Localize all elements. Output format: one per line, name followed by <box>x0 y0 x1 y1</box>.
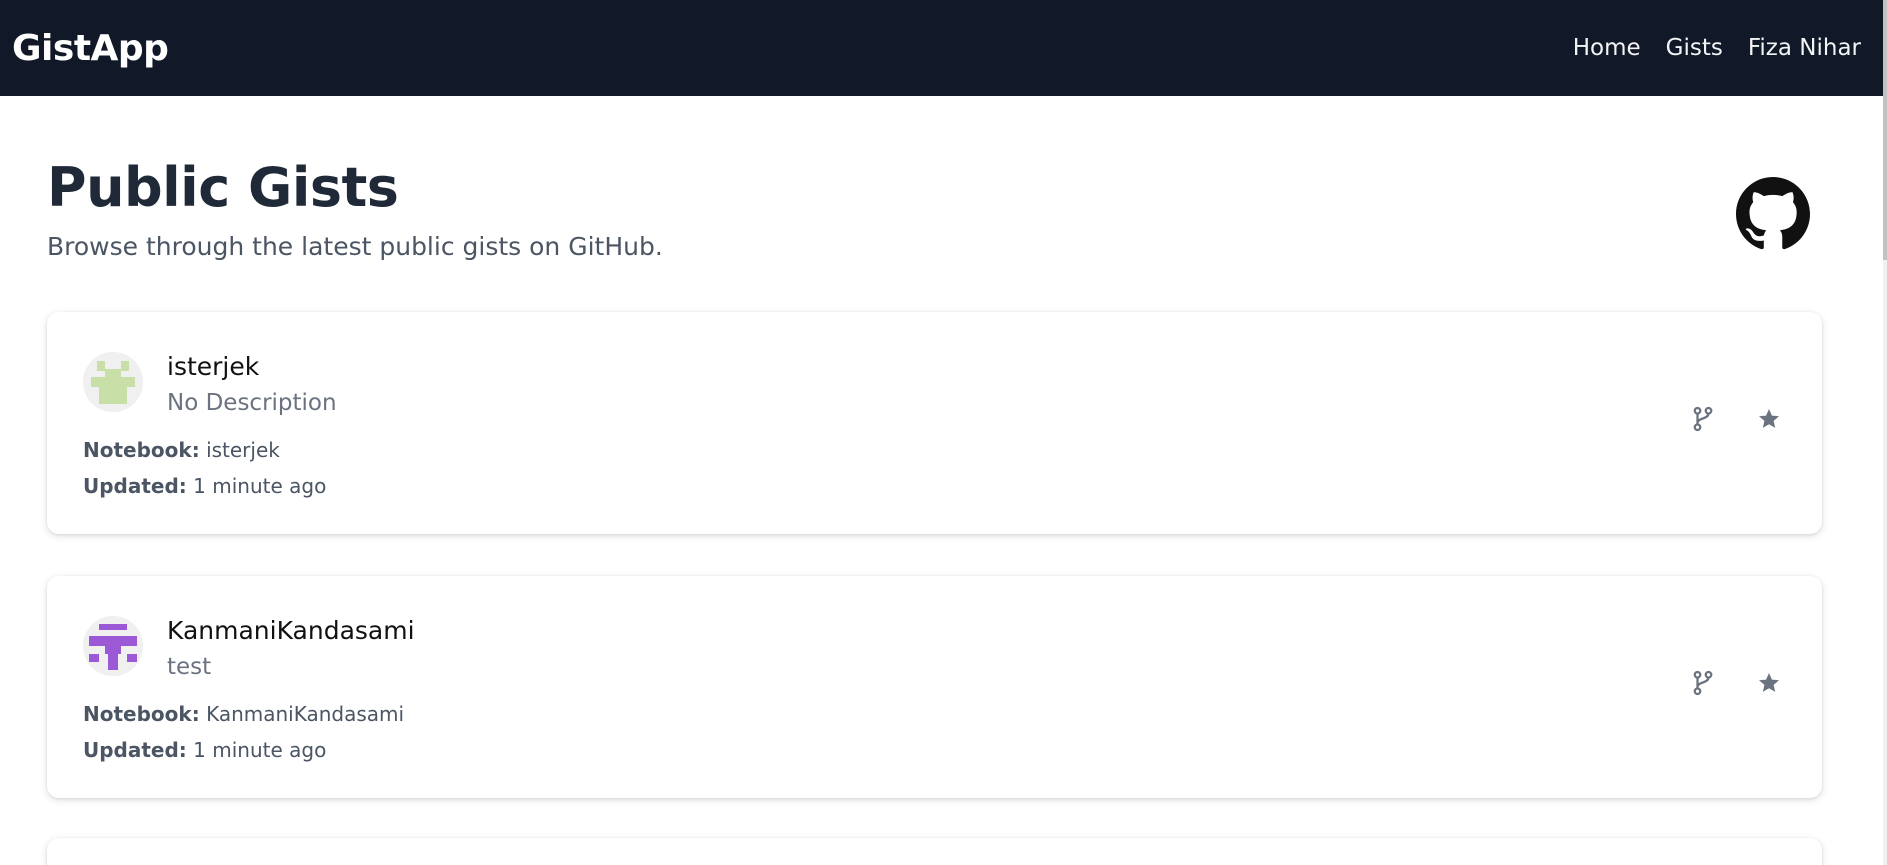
gist-username[interactable]: KanmaniKandasami <box>167 616 415 645</box>
updated-label: Updated: <box>83 738 187 762</box>
fork-icon[interactable] <box>1690 668 1716 698</box>
notebook-label: Notebook: <box>83 438 200 462</box>
nav-link-user-profile[interactable]: Fiza Nihar <box>1748 35 1861 61</box>
gist-card[interactable] <box>47 838 1822 865</box>
page-scrollbar[interactable] <box>1883 0 1887 865</box>
github-icon <box>1736 177 1810 251</box>
page-subtitle: Browse through the latest public gists o… <box>47 232 663 261</box>
gist-description: test <box>167 654 212 680</box>
gist-actions <box>1690 668 1782 698</box>
page-header: Public Gists Browse through the latest p… <box>47 156 1822 262</box>
star-icon[interactable] <box>1756 668 1782 698</box>
nav-link-gists[interactable]: Gists <box>1666 35 1723 61</box>
gist-card[interactable]: KanmaniKandasami test Notebook: KanmaniK… <box>47 576 1822 798</box>
nav-link-home[interactable]: Home <box>1573 35 1641 61</box>
page-title: Public Gists <box>47 156 399 219</box>
brand-logo[interactable]: GistApp <box>12 28 169 69</box>
gist-updated: Updated: 1 minute ago <box>83 474 326 498</box>
fork-icon[interactable] <box>1690 404 1716 434</box>
gist-username[interactable]: isterjek <box>167 352 259 381</box>
nav-links: Home Gists Fiza Nihar <box>1573 35 1861 61</box>
gist-updated: Updated: 1 minute ago <box>83 738 326 762</box>
notebook-value: isterjek <box>206 438 280 462</box>
avatar[interactable] <box>83 616 143 676</box>
updated-value: 1 minute ago <box>193 738 327 762</box>
gist-card[interactable]: isterjek No Description Notebook: isterj… <box>47 312 1822 534</box>
updated-label: Updated: <box>83 474 187 498</box>
gist-notebook: Notebook: KanmaniKandasami <box>83 702 404 726</box>
gist-description: No Description <box>167 390 337 416</box>
scrollbar-thumb[interactable] <box>1883 0 1887 260</box>
top-navbar: GistApp Home Gists Fiza Nihar <box>0 0 1883 96</box>
gist-actions <box>1690 404 1782 434</box>
star-icon[interactable] <box>1756 404 1782 434</box>
notebook-value: KanmaniKandasami <box>206 702 405 726</box>
gist-notebook: Notebook: isterjek <box>83 438 280 462</box>
notebook-label: Notebook: <box>83 702 200 726</box>
updated-value: 1 minute ago <box>193 474 327 498</box>
avatar[interactable] <box>83 352 143 412</box>
